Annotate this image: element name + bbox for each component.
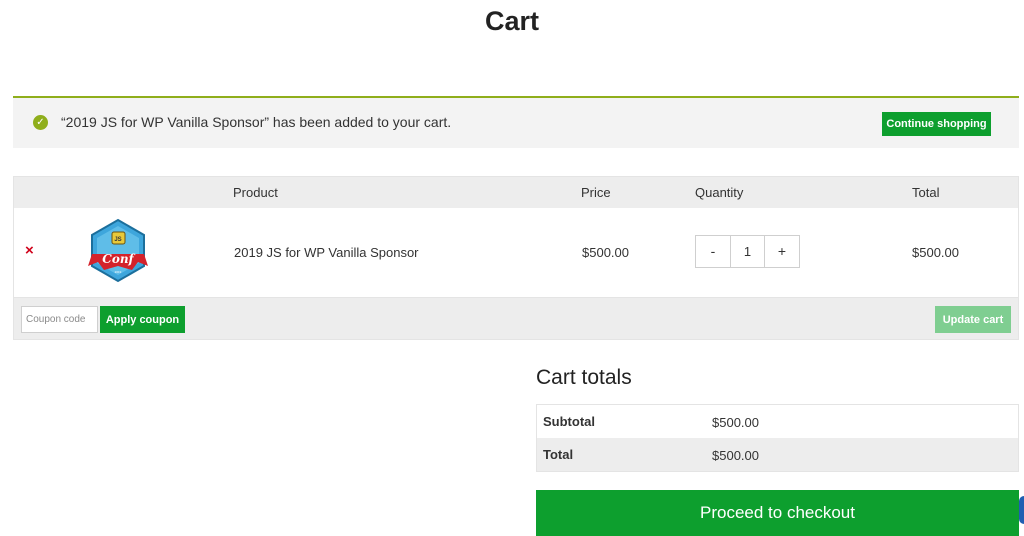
subtotal-label: Subtotal	[543, 414, 595, 429]
cart-notice: ✓ “2019 JS for WP Vanilla Sponsor” has b…	[13, 96, 1019, 148]
subtotal-row: Subtotal $500.00	[537, 405, 1018, 438]
check-circle-icon: ✓	[33, 115, 48, 130]
table-row: × JS Conf 2019 2019 JS for WP Vanilla Sp…	[14, 208, 1018, 298]
product-price: $500.00	[582, 245, 629, 260]
quantity-stepper: - 1 +	[695, 235, 800, 268]
total-value: $500.00	[712, 448, 759, 463]
update-cart-button[interactable]: Update cart	[935, 306, 1011, 333]
proceed-to-checkout-button[interactable]: Proceed to checkout	[536, 490, 1019, 536]
product-thumbnail[interactable]: JS Conf 2019	[88, 218, 148, 284]
subtotal-value: $500.00	[712, 415, 759, 430]
thumbnail-logo-text: Conf	[102, 252, 135, 266]
total-label: Total	[543, 447, 574, 462]
cart-actions: Apply coupon Update cart	[14, 298, 1018, 339]
coupon-code-input[interactable]	[21, 306, 98, 333]
total-row: Total $500.00	[537, 438, 1018, 471]
cart-totals-title: Cart totals	[536, 366, 632, 389]
header-total: Total	[912, 185, 940, 200]
decrease-quantity-button[interactable]: -	[696, 236, 730, 267]
apply-coupon-button[interactable]: Apply coupon	[100, 306, 185, 333]
quantity-input[interactable]: 1	[730, 236, 765, 267]
header-product: Product	[233, 185, 278, 200]
continue-shopping-button[interactable]: Continue shopping	[882, 112, 991, 136]
cart-table: Product Price Quantity Total × JS Conf 2…	[13, 176, 1019, 340]
product-subtotal: $500.00	[912, 245, 959, 260]
svg-text:JS: JS	[114, 237, 121, 243]
increase-quantity-button[interactable]: +	[765, 236, 799, 267]
cart-table-header: Product Price Quantity Total	[14, 177, 1018, 208]
header-quantity: Quantity	[695, 185, 744, 200]
header-price: Price	[581, 185, 611, 200]
product-name-link[interactable]: 2019 JS for WP Vanilla Sponsor	[234, 245, 419, 260]
svg-text:2019: 2019	[115, 270, 122, 274]
remove-item-icon[interactable]: ×	[25, 242, 34, 259]
floating-widget-edge[interactable]	[1019, 496, 1024, 524]
page-title: Cart	[484, 6, 539, 36]
notice-message: “2019 JS for WP Vanilla Sponsor” has bee…	[61, 114, 452, 130]
cart-totals-table: Subtotal $500.00 Total $500.00	[536, 404, 1019, 472]
